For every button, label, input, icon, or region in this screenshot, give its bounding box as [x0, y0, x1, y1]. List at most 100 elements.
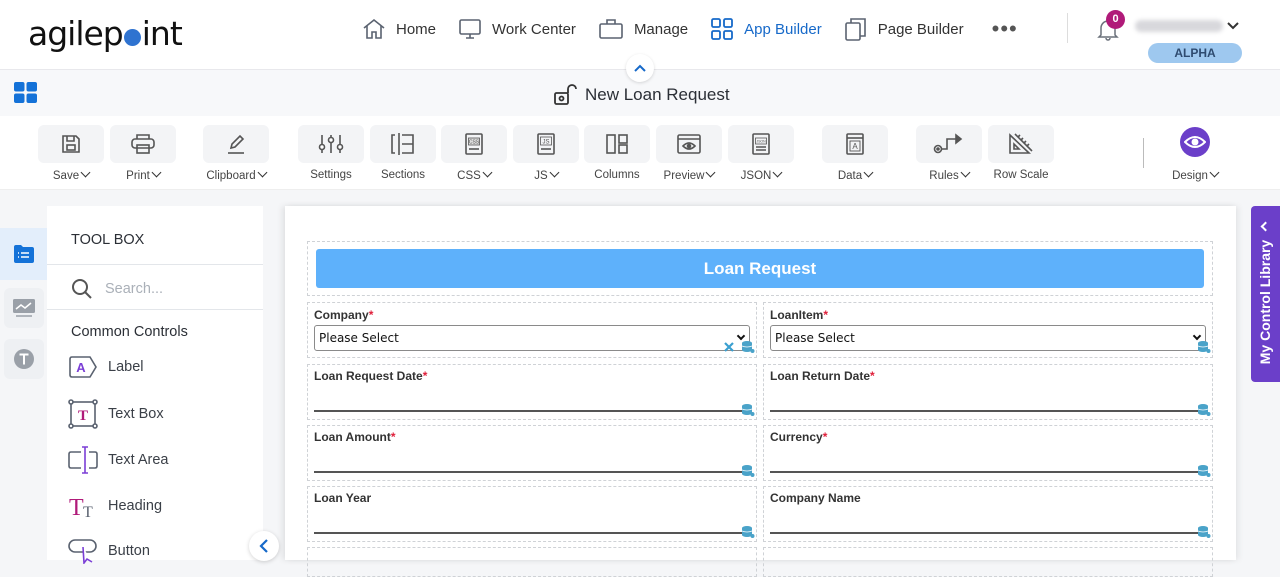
toolbar-row-scale[interactable]: Row Scale	[988, 125, 1054, 181]
svg-text:JS: JS	[542, 140, 549, 146]
field-label-company: Company*	[314, 308, 374, 322]
agilepoint-logo[interactable]: agilep int	[28, 14, 183, 53]
collapse-header-button[interactable]	[626, 54, 654, 82]
database-icon[interactable]	[741, 403, 755, 417]
design-mode-button[interactable]: Design	[1163, 127, 1227, 182]
required-asterisk: *	[422, 369, 428, 383]
toolbar-data[interactable]: A Data	[822, 125, 888, 182]
toolbar-row-scale-label: Row Scale	[993, 169, 1049, 181]
toolbar-sections-label: Sections	[380, 169, 426, 181]
field-label-loan-return-date: Loan Return Date*	[770, 369, 875, 383]
loan-year-input[interactable]	[314, 532, 750, 534]
print-icon	[131, 134, 155, 154]
loan-return-date-input[interactable]	[770, 410, 1206, 412]
nav-manage-label: Manage	[633, 20, 689, 38]
toolbar-js-label: JS	[534, 170, 548, 182]
tab-text-controls[interactable]	[4, 339, 44, 379]
loanitem-select[interactable]: Please Select	[770, 325, 1206, 351]
nav-work-center-label: Work Center	[492, 20, 576, 38]
toolbox-item-button[interactable]: Button	[68, 538, 150, 564]
folder-list-icon	[13, 245, 34, 263]
form-header[interactable]: Loan Request	[316, 249, 1204, 288]
svg-text:JSON: JSON	[756, 140, 766, 144]
js-file-icon: JS	[537, 133, 555, 155]
company-name-input[interactable]	[770, 532, 1206, 534]
apps-menu-button[interactable]	[14, 82, 38, 109]
my-control-library-tab[interactable]: My Control Library	[1251, 206, 1280, 382]
toolbox-divider	[47, 309, 263, 310]
sliders-icon	[318, 135, 344, 153]
toolbar-js[interactable]: JS JS	[513, 125, 579, 182]
chevron-down-icon	[772, 167, 783, 178]
text-box-icon: T	[68, 399, 98, 429]
data-book-icon: A	[846, 133, 864, 155]
toolbar-rules[interactable]: Rules	[916, 125, 982, 182]
required-asterisk: *	[822, 430, 828, 444]
apps-grid-icon	[14, 82, 37, 103]
nav-work-center[interactable]: Work Center	[458, 18, 576, 40]
home-icon	[363, 18, 385, 39]
toolbar-columns[interactable]: Columns	[584, 125, 650, 181]
unlock-icon[interactable]	[553, 84, 577, 106]
toolbox-item-heading[interactable]: TT Heading	[68, 492, 162, 520]
toolbar-rules-label: Rules	[929, 170, 959, 182]
user-name-blurred[interactable]	[1135, 20, 1223, 32]
toolbar-css[interactable]: CSS CSS	[441, 125, 507, 182]
toolbox-search-input[interactable]: Search...	[71, 278, 163, 300]
database-icon[interactable]	[1197, 525, 1211, 539]
toolbar-save[interactable]: Save	[38, 125, 104, 182]
toolbar-clipboard[interactable]: Clipboard	[203, 125, 269, 182]
required-asterisk: *	[823, 308, 829, 322]
toolbar-json[interactable]: JSON JSON	[728, 125, 794, 182]
my-control-library-label: My Control Library	[1257, 239, 1273, 365]
collapse-toolbox-button[interactable]	[249, 531, 279, 561]
toolbar-print[interactable]: Print	[110, 125, 176, 182]
tab-toolbox[interactable]	[0, 228, 47, 280]
toolbar-sections[interactable]: Sections	[370, 125, 436, 181]
toolbar-preview[interactable]: Preview	[656, 125, 722, 182]
database-icon[interactable]	[1197, 403, 1211, 417]
toolbar-settings[interactable]: Settings	[298, 125, 364, 181]
nav-home[interactable]: Home	[362, 18, 436, 40]
currency-input[interactable]	[770, 471, 1206, 473]
nav-manage[interactable]: Manage	[598, 18, 688, 40]
toolbar-json-label: JSON	[740, 170, 772, 182]
company-select[interactable]: Please Select	[314, 325, 750, 351]
more-menu-button[interactable]: •••	[992, 16, 1018, 42]
chevron-down-icon	[1227, 22, 1239, 30]
toolbar-save-label: Save	[52, 170, 80, 182]
toolbox-item-text-box[interactable]: T Text Box	[68, 399, 164, 429]
database-icon[interactable]	[741, 525, 755, 539]
toolbox-item-text-area[interactable]: Text Area	[68, 445, 168, 475]
database-icon[interactable]	[1197, 340, 1211, 354]
chevron-up-icon	[634, 64, 646, 72]
loan-request-date-input[interactable]	[314, 410, 750, 412]
database-icon[interactable]	[741, 464, 755, 478]
svg-text:T: T	[69, 495, 84, 520]
chevron-down-icon	[257, 167, 268, 178]
tools-icon[interactable]	[723, 341, 735, 353]
field-label-loan-year: Loan Year	[314, 491, 372, 505]
toolbox-divider	[47, 264, 263, 265]
search-placeholder: Search...	[105, 281, 164, 297]
tab-analytics[interactable]	[4, 288, 44, 328]
design-mode-label: Design	[1172, 170, 1208, 182]
nav-page-builder[interactable]: Page Builder	[844, 17, 964, 41]
save-icon	[62, 135, 80, 153]
database-icon[interactable]	[1197, 464, 1211, 478]
nav-app-builder[interactable]: App Builder	[710, 18, 822, 40]
t-circle-icon	[14, 349, 34, 369]
user-menu-chevron[interactable]	[1226, 18, 1240, 36]
field-cell-next-right[interactable]	[763, 547, 1213, 577]
toolbox-item-label[interactable]: A Label	[68, 356, 143, 378]
chart-monitor-icon	[13, 299, 35, 317]
logo-dot	[123, 29, 141, 46]
field-cell-next-left[interactable]	[307, 547, 757, 577]
search-icon	[72, 279, 92, 299]
database-icon[interactable]	[741, 340, 755, 354]
loan-amount-input[interactable]	[314, 471, 750, 473]
chevron-down-icon	[1192, 331, 1202, 341]
company-select-value: Please Select	[319, 331, 399, 345]
environment-badge: ALPHA	[1148, 43, 1242, 63]
field-label-loan-request-date: Loan Request Date*	[314, 369, 428, 383]
